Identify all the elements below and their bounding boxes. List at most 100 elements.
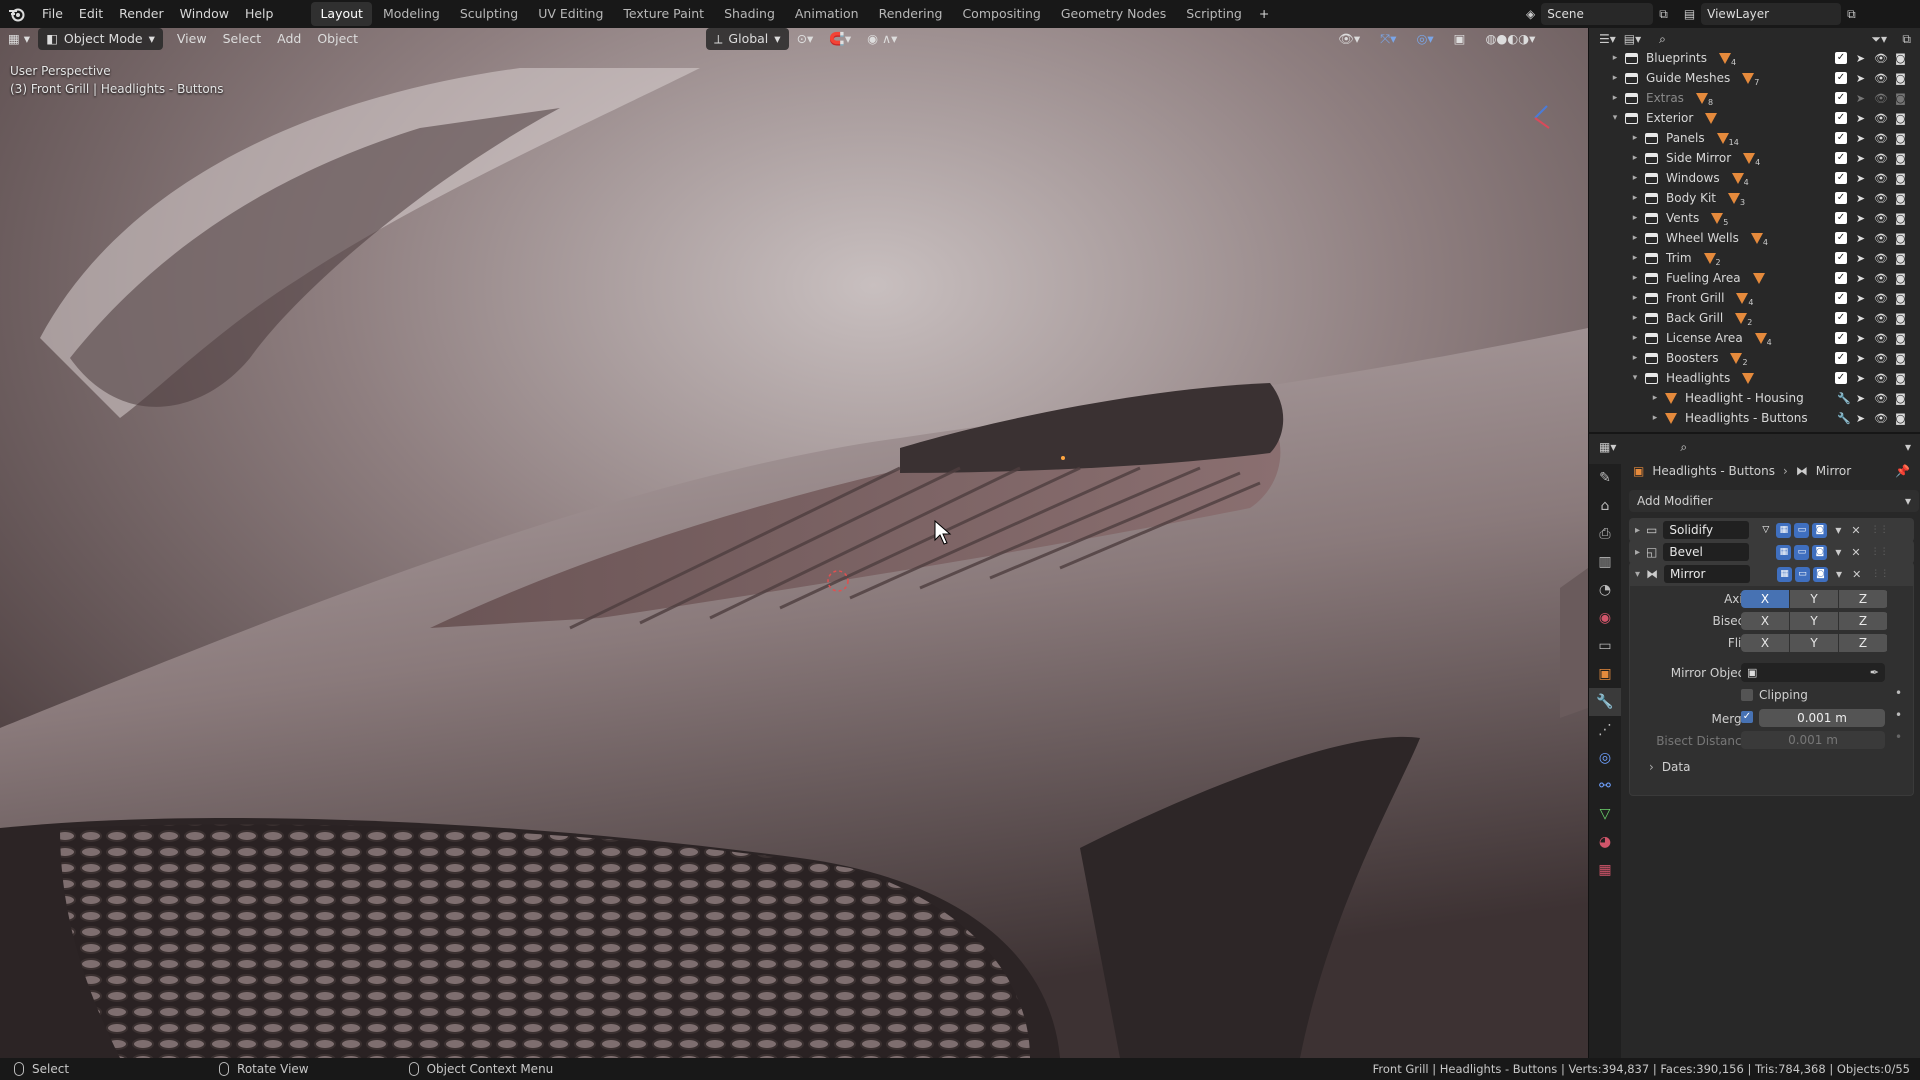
bisect-z-toggle[interactable]: Z: [1839, 612, 1887, 630]
select-arrow-icon[interactable]: ➤: [1854, 372, 1867, 385]
tab-texture-paint[interactable]: Texture Paint: [614, 2, 713, 26]
tab-sculpting[interactable]: Sculpting: [451, 2, 527, 26]
eye-icon[interactable]: 👁: [1874, 332, 1888, 345]
modifier-menu-icon[interactable]: ▾: [1836, 567, 1842, 581]
keyframe-dot-icon[interactable]: •: [1895, 730, 1902, 744]
camera-icon[interactable]: ◙: [1894, 72, 1907, 85]
eye-icon[interactable]: 👁: [1874, 392, 1888, 405]
merge-value-field[interactable]: 0.001 m: [1759, 709, 1885, 727]
camera-icon[interactable]: ◙: [1894, 232, 1907, 245]
view-layer-icon[interactable]: ▤: [1684, 7, 1695, 21]
menu-file[interactable]: File: [34, 0, 71, 28]
camera-icon[interactable]: ◙: [1894, 172, 1907, 185]
camera-icon[interactable]: ◙: [1894, 252, 1907, 265]
chevron-down-icon[interactable]: ▾: [1905, 440, 1911, 454]
camera-icon[interactable]: ◙: [1894, 392, 1907, 405]
exclude-checkbox[interactable]: ✓: [1835, 152, 1847, 164]
bisect-x-toggle[interactable]: X: [1741, 612, 1789, 630]
eye-icon[interactable]: 👁: [1874, 292, 1888, 305]
flip-x-toggle[interactable]: X: [1741, 634, 1789, 652]
editor-type-icon[interactable]: ☰▾: [1599, 32, 1616, 46]
chevron-right-icon[interactable]: ▸: [1629, 153, 1641, 163]
camera-icon[interactable]: ◙: [1894, 132, 1907, 145]
outliner-row[interactable]: ▸ Guide Meshes 7 ✓ ➤ 👁 ◙: [1589, 68, 1920, 88]
realtime-icon[interactable]: ▭: [1794, 522, 1810, 538]
new-view-layer-icon[interactable]: ⧉: [1847, 7, 1856, 22]
eye-icon[interactable]: 👁: [1874, 112, 1888, 125]
outliner-row[interactable]: ▸ Front Grill 4 ✓ ➤ 👁 ◙: [1589, 288, 1920, 308]
constraints-tab-icon[interactable]: ⚯: [1589, 772, 1621, 800]
modifier-menu-icon[interactable]: ▾: [1835, 545, 1841, 559]
viewport-menu-view[interactable]: View: [169, 28, 215, 50]
eye-icon[interactable]: 👁: [1874, 152, 1888, 165]
display-mode-icon[interactable]: ▤▾: [1624, 32, 1641, 46]
select-arrow-icon[interactable]: ➤: [1854, 412, 1867, 425]
keyframe-dot-icon[interactable]: •: [1895, 708, 1902, 722]
select-arrow-icon[interactable]: ➤: [1854, 252, 1867, 265]
chevron-right-icon[interactable]: ▸: [1609, 53, 1621, 63]
on-cage-icon[interactable]: ▽: [1758, 523, 1773, 538]
chevron-right-icon[interactable]: ▸: [1609, 93, 1621, 103]
flip-y-toggle[interactable]: Y: [1790, 634, 1838, 652]
pin-icon[interactable]: 📌: [1895, 464, 1910, 478]
texture-tab-icon[interactable]: ▦: [1589, 856, 1621, 884]
select-arrow-icon[interactable]: ➤: [1854, 112, 1867, 125]
drag-handle-icon[interactable]: ⋮⋮: [1871, 547, 1889, 557]
material-tab-icon[interactable]: ◕: [1589, 828, 1621, 856]
object-tab-icon[interactable]: ▣: [1589, 660, 1621, 688]
exclude-checkbox[interactable]: ✓: [1835, 192, 1847, 204]
eye-icon[interactable]: 👁: [1874, 92, 1888, 105]
outliner-row[interactable]: ▾ Exterior ✓ ➤ 👁 ◙: [1589, 108, 1920, 128]
editor-type-button[interactable]: ▦ ▾: [0, 28, 38, 50]
add-workspace-button[interactable]: +: [1251, 0, 1277, 28]
chevron-down-icon[interactable]: ▾: [1609, 113, 1621, 123]
exclude-checkbox[interactable]: ✓: [1835, 132, 1847, 144]
modifier-name-field[interactable]: Solidify: [1663, 521, 1750, 539]
view-layer-tab-icon[interactable]: ▥: [1589, 548, 1621, 576]
outliner-row[interactable]: ▸ Fueling Area ✓ ➤ 👁 ◙: [1589, 268, 1920, 288]
viewport-menu-add[interactable]: Add: [269, 28, 309, 50]
exclude-checkbox[interactable]: ✓: [1835, 312, 1847, 324]
exclude-checkbox[interactable]: ✓: [1835, 72, 1847, 84]
camera-icon[interactable]: ◙: [1894, 312, 1907, 325]
camera-icon[interactable]: ◙: [1894, 292, 1907, 305]
select-arrow-icon[interactable]: ➤: [1854, 312, 1867, 325]
eye-icon[interactable]: 👁: [1874, 132, 1888, 145]
render-icon[interactable]: ◙: [1812, 522, 1828, 538]
menu-help[interactable]: Help: [237, 0, 282, 28]
chevron-right-icon[interactable]: ▸: [1649, 413, 1661, 423]
chevron-right-icon[interactable]: ▸: [1629, 193, 1641, 203]
add-modifier-button[interactable]: Add Modifier ▾: [1629, 490, 1919, 512]
data-tab-icon[interactable]: ▽: [1589, 800, 1621, 828]
select-arrow-icon[interactable]: ➤: [1854, 92, 1867, 105]
blender-logo-icon[interactable]: [0, 0, 34, 28]
visibility-icon[interactable]: 👁▾: [1330, 28, 1368, 50]
data-subpanel-header[interactable]: › Data: [1649, 760, 1690, 774]
scene-icon[interactable]: ◈: [1526, 7, 1535, 21]
drag-handle-icon[interactable]: ⋮⋮: [1871, 569, 1889, 579]
outliner-row[interactable]: ▸ Windows 4 ✓ ➤ 👁 ◙: [1589, 168, 1920, 188]
modifier-tab-icon[interactable]: 🔧: [1589, 688, 1621, 716]
xray-icon[interactable]: ▣: [1446, 28, 1474, 50]
outliner-row[interactable]: ▸ Wheel Wells 4 ✓ ➤ 👁 ◙: [1589, 228, 1920, 248]
new-scene-icon[interactable]: ⧉: [1659, 7, 1668, 22]
collection-tab-icon[interactable]: ▭: [1589, 632, 1621, 660]
exclude-checkbox[interactable]: ✓: [1835, 292, 1847, 304]
modifier-name-field[interactable]: Mirror: [1664, 565, 1751, 583]
editor-type-icon[interactable]: ▦▾: [1599, 440, 1616, 454]
overlay-icon[interactable]: ◎▾: [1408, 28, 1441, 50]
eye-icon[interactable]: 👁: [1874, 212, 1888, 225]
chevron-right-icon[interactable]: ▸: [1635, 525, 1640, 536]
scene-tab-icon[interactable]: ◔: [1589, 576, 1621, 604]
exclude-checkbox[interactable]: ✓: [1835, 112, 1847, 124]
modifier-icon[interactable]: 🔧: [1837, 412, 1851, 425]
exclude-checkbox[interactable]: ✓: [1835, 332, 1847, 344]
modifier-bevel[interactable]: ▸ ◱ Bevel ▦ ▭ ◙ ▾ ✕ ⋮⋮: [1629, 540, 1914, 564]
chevron-right-icon[interactable]: ▸: [1629, 273, 1641, 283]
eye-icon[interactable]: 👁: [1874, 272, 1888, 285]
exclude-checkbox[interactable]: ✓: [1835, 172, 1847, 184]
select-arrow-icon[interactable]: ➤: [1854, 292, 1867, 305]
keyframe-dot-icon[interactable]: •: [1895, 686, 1902, 700]
realtime-icon[interactable]: ▭: [1794, 544, 1810, 560]
drag-handle-icon[interactable]: ⋮⋮: [1871, 525, 1889, 535]
